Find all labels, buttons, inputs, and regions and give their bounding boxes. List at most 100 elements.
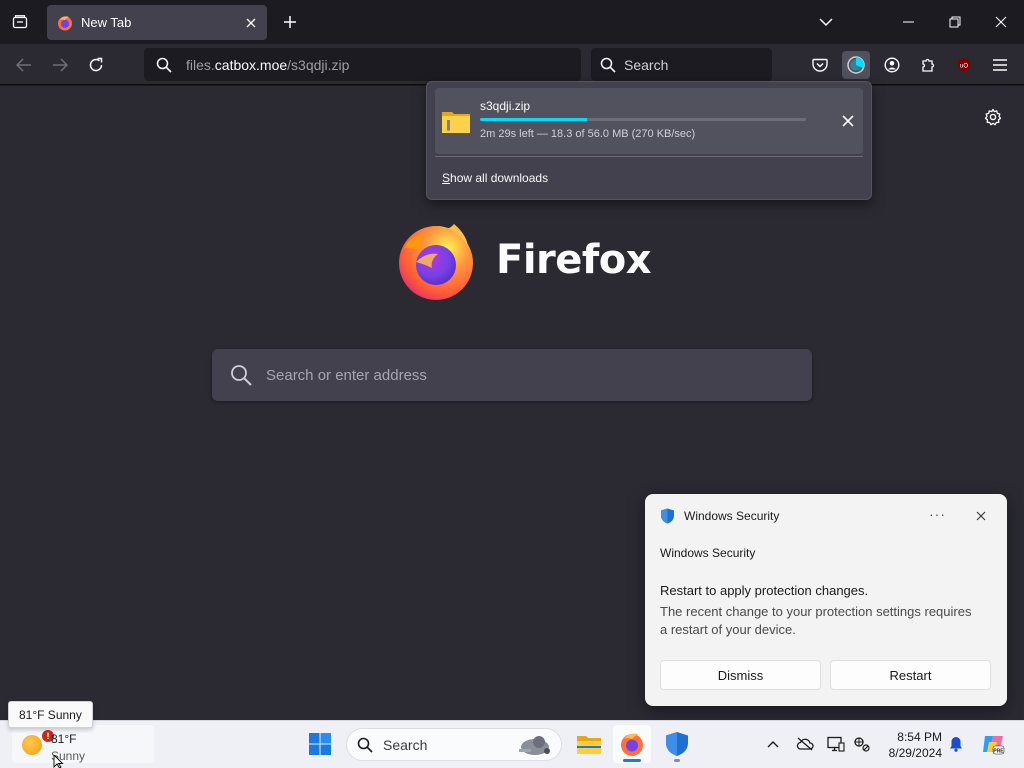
taskbar-search-placeholder: Search bbox=[383, 736, 428, 753]
downloads-panel: s3qdji.zip 2m 29s left — 18.3 of 56.0 MB… bbox=[426, 81, 872, 200]
download-item[interactable]: s3qdji.zip 2m 29s left — 18.3 of 56.0 MB… bbox=[435, 88, 863, 154]
url-domain: catbox.moe bbox=[214, 56, 288, 73]
copilot-icon: PRE bbox=[983, 736, 1004, 755]
sunny-weather-icon bbox=[22, 735, 42, 755]
ublock-shield-icon: uO bbox=[958, 58, 970, 72]
zip-folder-icon bbox=[442, 112, 470, 133]
close-window-button[interactable] bbox=[986, 8, 1016, 36]
notification-app-name: Windows Security bbox=[684, 509, 780, 523]
show-hidden-icons-button[interactable] bbox=[763, 734, 783, 754]
pocket-button[interactable] bbox=[806, 51, 834, 79]
new-tab-button[interactable] bbox=[278, 10, 302, 34]
minimize-button[interactable] bbox=[894, 8, 924, 36]
app-menu-button[interactable] bbox=[986, 51, 1014, 79]
firefox-favicon-icon bbox=[58, 15, 72, 30]
search-bar[interactable]: Search bbox=[591, 48, 772, 81]
clock-date: 8/29/2024 bbox=[888, 746, 942, 760]
folder-icon bbox=[577, 736, 601, 754]
onedrive-tray-icon[interactable] bbox=[795, 734, 815, 754]
weather-temperature: 81°F bbox=[51, 732, 77, 746]
active-app-indicator bbox=[623, 759, 641, 762]
firefox-wordmark: Firefox bbox=[496, 237, 652, 283]
arrow-left-icon bbox=[16, 58, 31, 72]
url-bar[interactable]: files.catbox.moe/s3qdji.zip bbox=[144, 48, 581, 81]
download-progress-fill bbox=[480, 118, 587, 121]
downloads-button[interactable] bbox=[842, 51, 870, 79]
newtab-search-placeholder: Search or enter address bbox=[266, 366, 427, 384]
firefox-brand: Firefox bbox=[396, 218, 652, 302]
hamburger-menu-icon bbox=[993, 59, 1007, 71]
reload-button[interactable] bbox=[82, 51, 110, 79]
restart-button[interactable]: Restart bbox=[830, 660, 991, 690]
firefox-logo-icon bbox=[399, 224, 473, 300]
newtab-search-input[interactable]: Search or enter address bbox=[212, 349, 812, 401]
reload-icon bbox=[89, 57, 103, 72]
network-tray-icon[interactable] bbox=[852, 734, 872, 754]
ublock-origin-button[interactable]: uO bbox=[950, 51, 978, 79]
url-text: files.catbox.moe/s3qdji.zip bbox=[186, 57, 349, 73]
dismiss-button[interactable]: Dismiss bbox=[660, 660, 821, 690]
display-tray-icon[interactable] bbox=[826, 734, 846, 754]
arrow-right-icon bbox=[53, 58, 68, 72]
file-explorer-button[interactable] bbox=[570, 725, 608, 763]
svg-text:uO: uO bbox=[960, 64, 968, 70]
cloud-off-icon bbox=[796, 737, 814, 751]
taskbar: ! 81°F Sunny Search 8:54 PM 8/29/2024 PR… bbox=[0, 720, 1024, 768]
plus-icon bbox=[284, 16, 296, 28]
windows-security-notification: Windows Security ··· Windows Security Re… bbox=[645, 494, 1007, 706]
copilot-button[interactable]: PRE bbox=[980, 731, 1006, 757]
weather-widget[interactable]: ! 81°F Sunny bbox=[12, 725, 154, 763]
notification-close-button[interactable] bbox=[972, 507, 990, 525]
monitor-icon bbox=[827, 736, 845, 752]
svg-text:PRE: PRE bbox=[993, 749, 1004, 755]
search-icon bbox=[600, 57, 616, 73]
running-app-indicator bbox=[674, 759, 680, 762]
puzzle-icon bbox=[922, 58, 935, 72]
minimize-icon bbox=[903, 21, 914, 23]
notification-more-button[interactable]: ··· bbox=[929, 506, 946, 522]
notifications-button[interactable] bbox=[946, 734, 966, 754]
notification-source: Windows Security bbox=[660, 546, 756, 560]
firefox-taskbar-button[interactable] bbox=[613, 725, 651, 763]
restore-icon bbox=[949, 16, 961, 28]
taskbar-search-box[interactable]: Search bbox=[346, 728, 562, 761]
close-icon bbox=[246, 18, 256, 27]
tab-title: New Tab bbox=[81, 15, 132, 30]
windows-logo-icon bbox=[309, 733, 331, 755]
customize-new-tab-button[interactable] bbox=[981, 105, 1005, 129]
back-button[interactable] bbox=[10, 51, 38, 79]
shield-icon bbox=[661, 508, 674, 524]
show-all-downloads-button[interactable]: Show all downloads bbox=[442, 171, 548, 185]
chevron-down-icon bbox=[819, 18, 833, 27]
search-icon bbox=[156, 57, 172, 73]
extensions-button[interactable] bbox=[914, 51, 942, 79]
search-bar-placeholder: Search bbox=[624, 56, 669, 73]
download-progress-icon bbox=[847, 56, 865, 74]
forward-button[interactable] bbox=[46, 51, 74, 79]
pocket-icon bbox=[812, 58, 828, 72]
cancel-download-button[interactable] bbox=[837, 110, 859, 132]
notification-body: The recent change to your protection set… bbox=[660, 604, 972, 637]
firefox-icon bbox=[621, 733, 643, 756]
tab-new-tab[interactable]: New Tab bbox=[47, 5, 267, 40]
mouse-cursor-icon bbox=[53, 755, 64, 768]
download-progress-bar bbox=[480, 118, 806, 121]
clock-time: 8:54 PM bbox=[897, 730, 942, 744]
notification-title: Restart to apply protection changes. bbox=[660, 583, 869, 598]
start-button[interactable] bbox=[301, 725, 339, 763]
show-all-accesskey: S bbox=[442, 171, 451, 185]
firefox-view-button[interactable] bbox=[8, 10, 32, 34]
gear-icon bbox=[984, 108, 1002, 126]
account-icon bbox=[884, 57, 900, 73]
show-all-label: how all downloads bbox=[450, 171, 549, 185]
notification-header: Windows Security bbox=[660, 508, 779, 524]
restore-button[interactable] bbox=[940, 8, 970, 36]
close-icon bbox=[995, 16, 1007, 28]
windows-security-taskbar-button[interactable] bbox=[658, 725, 696, 763]
tab-close-button[interactable] bbox=[239, 11, 263, 35]
url-path: /s3qdji.zip bbox=[287, 56, 350, 73]
account-button[interactable] bbox=[878, 51, 906, 79]
system-clock[interactable]: 8:54 PM 8/29/2024 bbox=[880, 729, 942, 761]
list-all-tabs-button[interactable] bbox=[811, 8, 841, 36]
network-disconnected-icon bbox=[854, 737, 870, 752]
